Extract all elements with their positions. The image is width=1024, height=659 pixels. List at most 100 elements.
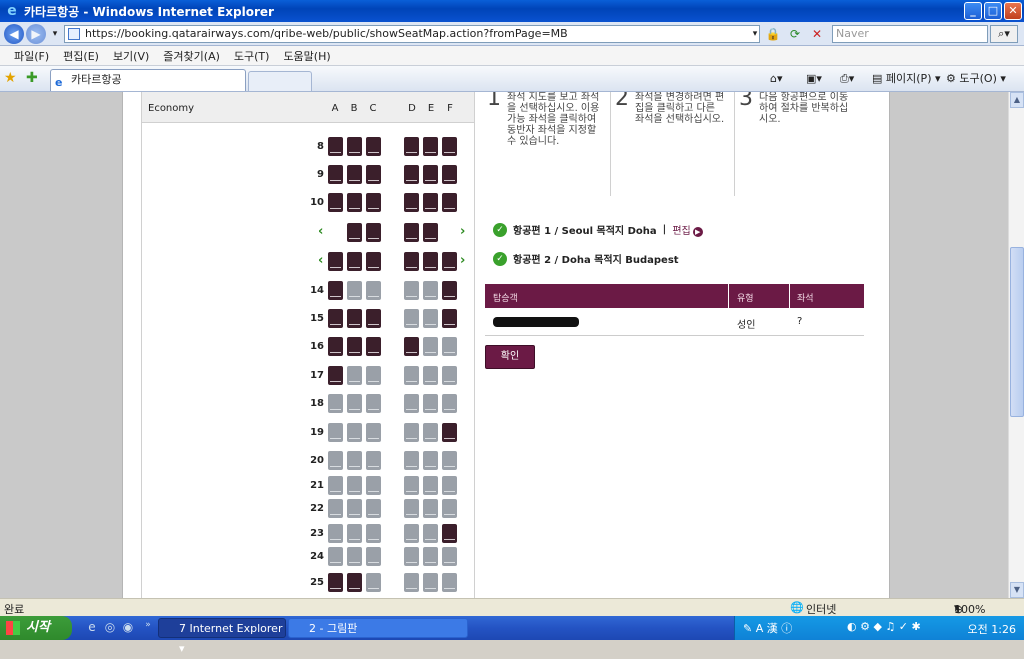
seat-available[interactable] bbox=[423, 423, 438, 442]
seat-available[interactable] bbox=[423, 281, 438, 300]
stop-icon[interactable]: ✕ bbox=[808, 25, 826, 43]
seat-available[interactable] bbox=[404, 499, 419, 518]
seat-occupied[interactable] bbox=[328, 573, 343, 592]
seat-occupied[interactable] bbox=[404, 165, 419, 184]
seat-occupied[interactable] bbox=[442, 281, 457, 300]
seat-occupied[interactable] bbox=[328, 193, 343, 212]
seat-occupied[interactable] bbox=[347, 573, 362, 592]
seat-occupied[interactable] bbox=[328, 366, 343, 385]
seat-available[interactable] bbox=[328, 476, 343, 495]
seat-available[interactable] bbox=[366, 573, 381, 592]
menu-help[interactable]: 도움말(H) bbox=[283, 48, 330, 64]
seat-available[interactable] bbox=[404, 423, 419, 442]
seat-occupied[interactable] bbox=[442, 524, 457, 543]
minimize-button[interactable]: _ bbox=[964, 2, 982, 20]
seat-available[interactable] bbox=[442, 476, 457, 495]
seat-available[interactable] bbox=[404, 309, 419, 328]
seat-occupied[interactable] bbox=[328, 337, 343, 356]
close-button[interactable]: ✕ bbox=[1004, 2, 1022, 20]
add-favorite-icon[interactable]: ✚ bbox=[26, 70, 38, 86]
seat-available[interactable] bbox=[366, 524, 381, 543]
seat-occupied[interactable] bbox=[404, 337, 419, 356]
seat-available[interactable] bbox=[423, 394, 438, 413]
seat-available[interactable] bbox=[328, 451, 343, 470]
seat-available[interactable] bbox=[366, 423, 381, 442]
history-dropdown-icon[interactable]: ▾ bbox=[46, 25, 64, 43]
seat-available[interactable] bbox=[328, 499, 343, 518]
seat-available[interactable] bbox=[347, 394, 362, 413]
seat-occupied[interactable] bbox=[347, 137, 362, 156]
seat-occupied[interactable] bbox=[423, 252, 438, 271]
seat-occupied[interactable] bbox=[423, 165, 438, 184]
seat-available[interactable] bbox=[366, 499, 381, 518]
confirm-button[interactable]: 확인 bbox=[485, 345, 535, 369]
back-button[interactable]: ◀ bbox=[4, 24, 24, 44]
seat-occupied[interactable] bbox=[404, 193, 419, 212]
seat-available[interactable] bbox=[347, 524, 362, 543]
browser-quicklaunch-icon[interactable]: ◎ bbox=[102, 620, 118, 636]
quicklaunch-expand-icon[interactable]: » bbox=[140, 620, 156, 636]
seat-available[interactable] bbox=[404, 573, 419, 592]
seat-available[interactable] bbox=[423, 499, 438, 518]
seat-available[interactable] bbox=[423, 451, 438, 470]
taskbar-ie-group[interactable]: 7 Internet Explorer ▾ bbox=[158, 618, 286, 655]
edit-flight-1-link[interactable]: 편집 ▶ bbox=[672, 222, 703, 237]
seat-occupied[interactable] bbox=[442, 252, 457, 271]
seat-occupied[interactable] bbox=[366, 193, 381, 212]
refresh-icon[interactable]: ⟳ bbox=[786, 25, 804, 43]
seat-occupied[interactable] bbox=[423, 223, 438, 242]
menu-edit[interactable]: 편집(E) bbox=[63, 48, 99, 64]
seat-available[interactable] bbox=[347, 423, 362, 442]
seat-occupied[interactable] bbox=[366, 337, 381, 356]
print-icon[interactable]: ⎙▾ bbox=[840, 71, 854, 87]
url-input[interactable]: https://booking.qatarairways.com/qribe-w… bbox=[64, 25, 760, 43]
seat-available[interactable] bbox=[423, 337, 438, 356]
seat-available[interactable] bbox=[404, 524, 419, 543]
seat-available[interactable] bbox=[423, 366, 438, 385]
seat-occupied[interactable] bbox=[328, 309, 343, 328]
seat-occupied[interactable] bbox=[347, 165, 362, 184]
seat-available[interactable] bbox=[423, 573, 438, 592]
seat-available[interactable] bbox=[347, 499, 362, 518]
seat-available[interactable] bbox=[366, 281, 381, 300]
seat-available[interactable] bbox=[442, 366, 457, 385]
seat-available[interactable] bbox=[423, 524, 438, 543]
scroll-thumb[interactable] bbox=[1010, 247, 1024, 417]
menu-view[interactable]: 보기(V) bbox=[113, 48, 149, 64]
seat-occupied[interactable] bbox=[442, 137, 457, 156]
seat-occupied[interactable] bbox=[442, 309, 457, 328]
tools-menu-button[interactable]: ⚙ 도구(O) ▾ bbox=[946, 71, 1006, 87]
new-tab-button[interactable] bbox=[248, 71, 312, 91]
seat-available[interactable] bbox=[347, 281, 362, 300]
seat-available[interactable] bbox=[328, 524, 343, 543]
zoom-control[interactable]: ⊕ 100% ▾ bbox=[954, 601, 985, 616]
home-icon[interactable]: ⌂▾ bbox=[770, 71, 783, 87]
seat-available[interactable] bbox=[347, 547, 362, 566]
seat-available[interactable] bbox=[442, 499, 457, 518]
scroll-down-icon[interactable]: ▼ bbox=[1010, 582, 1024, 598]
menu-favorites[interactable]: 즐겨찾기(A) bbox=[163, 48, 220, 64]
tab-qatar[interactable]: e 카타르항공 bbox=[50, 69, 246, 91]
seat-occupied[interactable] bbox=[366, 252, 381, 271]
seat-occupied[interactable] bbox=[347, 309, 362, 328]
seat-occupied[interactable] bbox=[404, 223, 419, 242]
seat-occupied[interactable] bbox=[347, 337, 362, 356]
seat-occupied[interactable] bbox=[404, 137, 419, 156]
seat-occupied[interactable] bbox=[442, 423, 457, 442]
seat-occupied[interactable] bbox=[347, 252, 362, 271]
seat-occupied[interactable] bbox=[328, 165, 343, 184]
favorites-star-icon[interactable]: ★ bbox=[4, 70, 17, 86]
vertical-scrollbar[interactable]: ▲ ▼ bbox=[1008, 92, 1024, 598]
seat-available[interactable] bbox=[347, 366, 362, 385]
seat-available[interactable] bbox=[328, 547, 343, 566]
seat-occupied[interactable] bbox=[442, 193, 457, 212]
search-input[interactable]: Naver bbox=[832, 25, 988, 43]
page-menu-button[interactable]: ▤ 페이지(P) ▾ bbox=[872, 71, 941, 87]
seat-occupied[interactable] bbox=[404, 252, 419, 271]
seat-available[interactable] bbox=[404, 451, 419, 470]
taskbar-paint[interactable]: 2 - 그림판 bbox=[288, 618, 468, 638]
seat-available[interactable] bbox=[442, 451, 457, 470]
lock-icon[interactable]: 🔒 bbox=[764, 25, 782, 43]
search-button[interactable]: ⌕▾ bbox=[990, 25, 1018, 43]
seat-occupied[interactable] bbox=[366, 309, 381, 328]
